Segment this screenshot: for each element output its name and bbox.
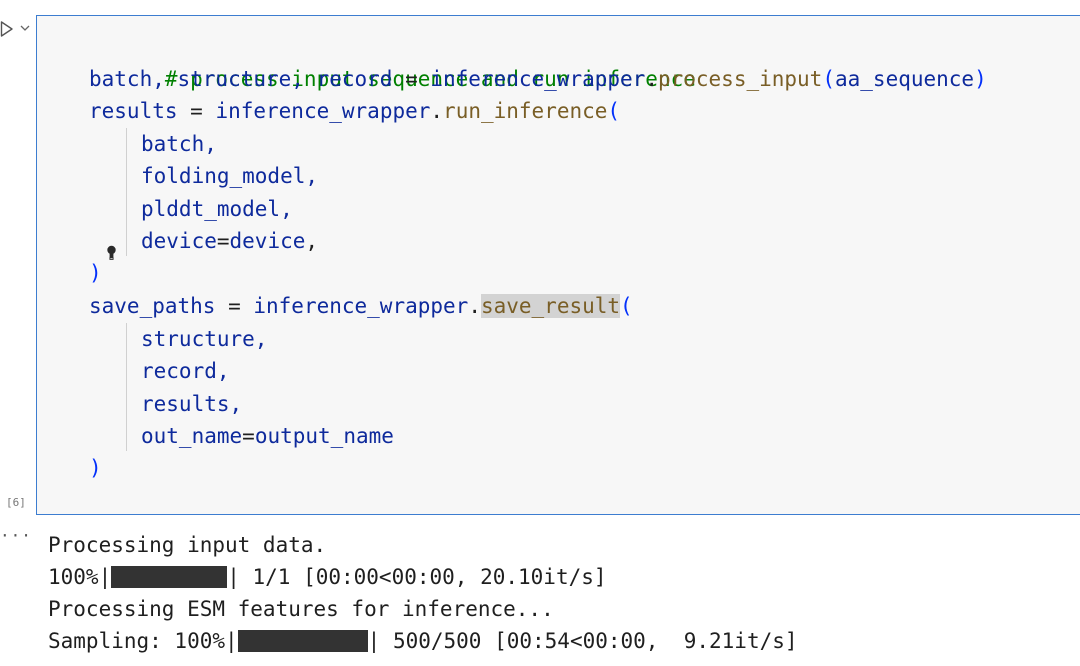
code-line: structure, [141,323,267,355]
code-line: ) [89,257,102,289]
chevron-down-icon[interactable] [19,22,31,34]
output-text: Sampling: 100%| [48,629,238,653]
code-token: ( [607,99,621,123]
code-token: device [141,229,217,253]
output-text: | 500/500 [00:54<00:00, 9.21it/s] [367,629,798,653]
code-token: ) [974,67,987,91]
code-token: folding_model, [141,164,319,188]
output-line: 100%| | 1/1 [00:00<00:00, 20.10it/s] [48,561,607,593]
code-line: ) [89,452,102,484]
code-token: . [468,294,481,318]
output-text: Processing input data. [48,533,327,557]
lightbulb-icon[interactable] [106,245,117,261]
code-token: record, [141,359,230,383]
code-token: results [89,99,178,123]
execution-count: [6] [6,496,26,509]
code-token: = [216,229,230,253]
code-token: plddt_model, [141,197,293,221]
code-token: = [215,294,254,318]
code-token: run_inference [443,99,608,123]
code-token: process_input [657,67,823,91]
code-line: device=device, [141,225,318,257]
code-line: record, [141,355,230,387]
code-token: . [430,99,444,123]
code-editor[interactable]: # process input sequence and run inferen… [37,16,1080,514]
code-token: device [229,229,306,253]
code-token: aa_sequence [835,67,975,91]
code-token: results, [141,392,243,416]
code-cell[interactable]: # process input sequence and run inferen… [36,15,1080,515]
code-token: ) [89,261,102,285]
code-line: save_paths = inference_wrapper.save_resu… [89,290,633,322]
code-line: batch, [141,128,217,160]
code-token-highlighted: save_result [480,294,621,318]
code-token: = [242,424,255,448]
code-token: output_name [254,424,394,448]
code-line: batch, structure, record = inference_wra… [89,63,987,95]
output-more-icon[interactable]: ··· [0,526,32,545]
output-line: Sampling: 100%| | 500/500 [00:54<00:00, 9… [48,625,798,657]
output-line: Processing input data. [48,529,326,561]
code-token: save_paths [89,294,216,318]
code-line: plddt_model, [141,193,293,225]
code-line: results = inference_wrapper.run_inferenc… [89,95,620,127]
progress-bar [111,566,228,588]
code-line: folding_model, [141,160,318,192]
code-token: batch, structure, record [89,67,393,91]
output-text: 100%| [48,565,112,589]
code-token: batch, [141,132,217,156]
run-cell-icon[interactable] [0,20,14,38]
code-token: = [392,67,431,91]
code-token: inference_wrapper [253,294,469,318]
code-line: out_name=output_name [141,420,394,452]
code-token: . [645,67,658,91]
indent-guide [126,128,127,256]
indent-guide [126,323,127,451]
output-line: Processing ESM features for inference... [48,593,554,625]
output-text: | 1/1 [00:00<00:00, 20.10it/s] [227,565,607,589]
code-token: , [305,229,319,253]
code-token: inference_wrapper [215,99,431,123]
code-line: # process input sequence and run inferen… [89,31,696,91]
code-token: structure, [141,327,268,351]
code-token: ) [89,456,102,480]
code-token: = [177,99,216,123]
code-line: results, [141,388,242,420]
code-token: ( [620,294,633,318]
progress-bar [237,630,368,652]
code-token: inference_wrapper [430,67,646,91]
code-token: ( [822,67,835,91]
code-token: out_name [141,424,243,448]
output-text: Processing ESM features for inference... [48,597,554,621]
